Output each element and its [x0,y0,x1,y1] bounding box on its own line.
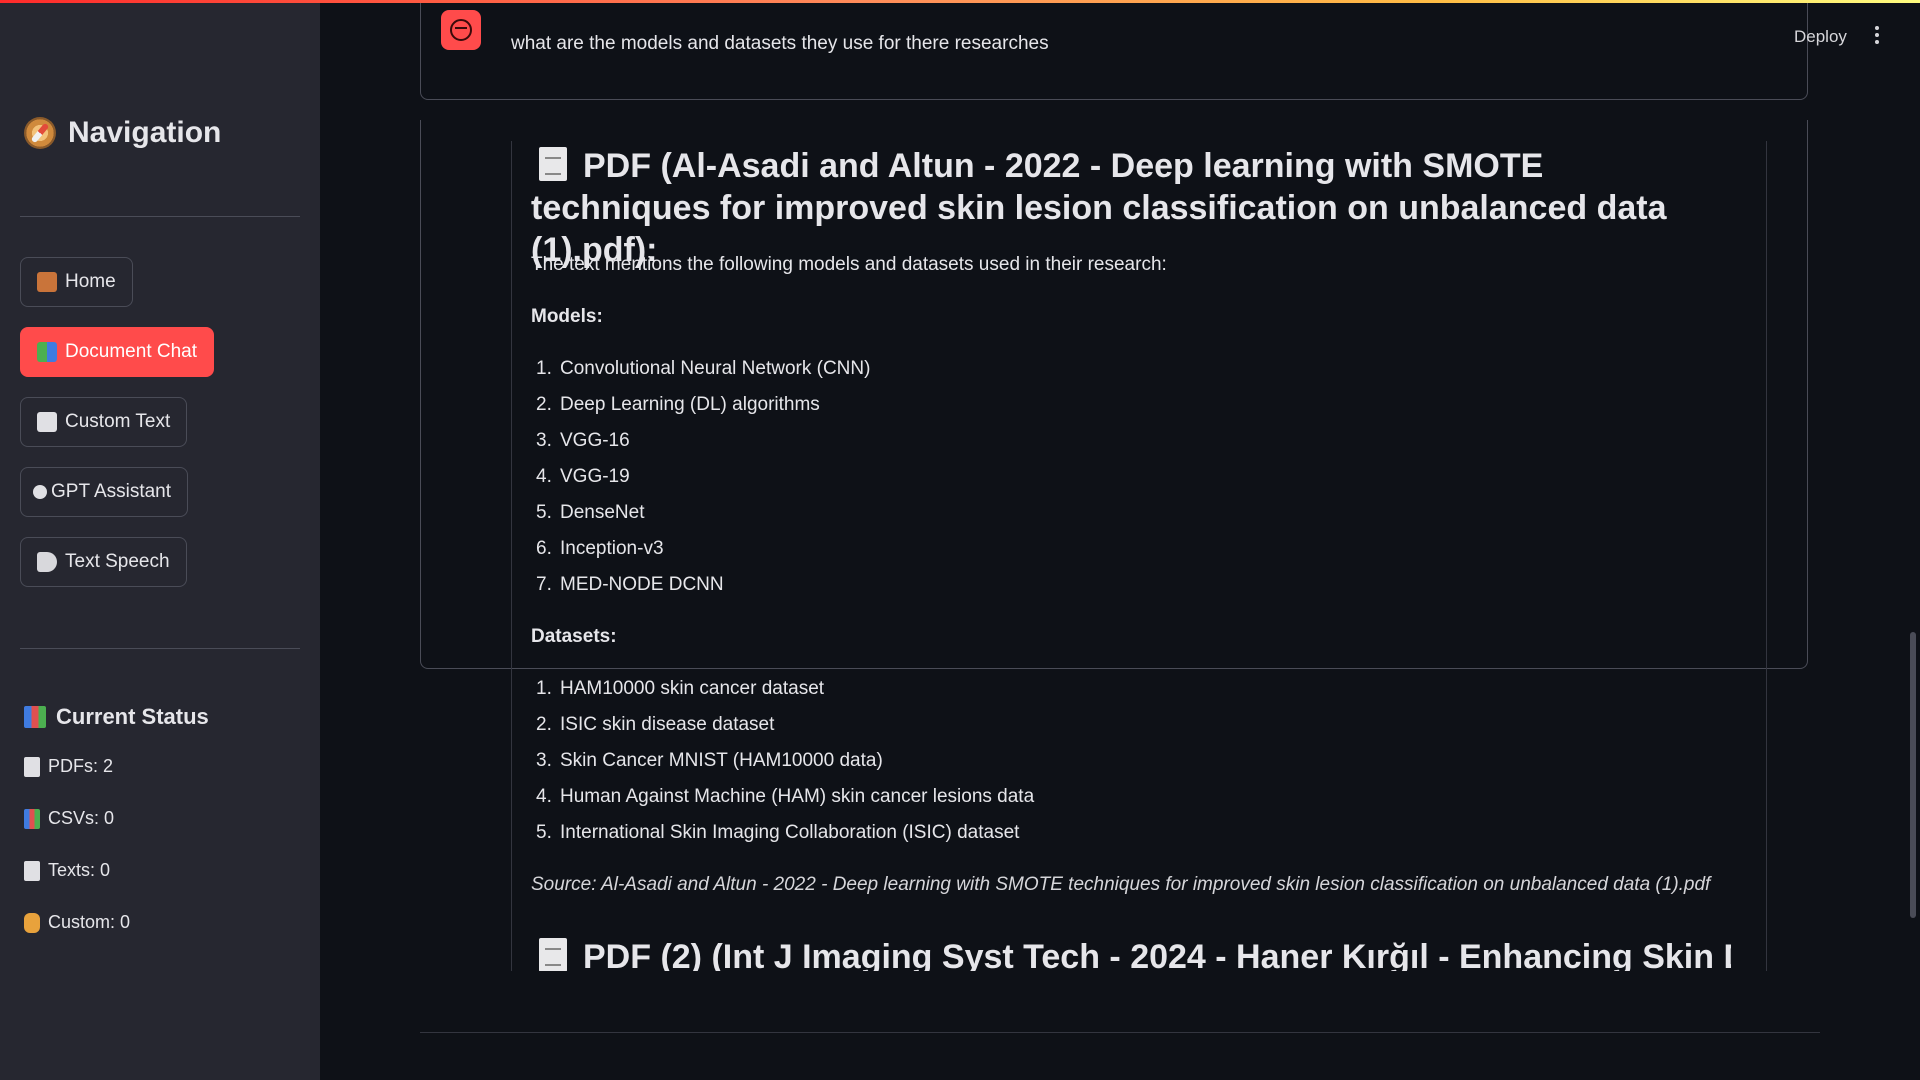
top-decoration-bar [0,0,1920,3]
models-heading: Models: [531,306,603,327]
list-item: 1. HAM10000 skin cancer dataset [536,678,825,699]
status-pdfs: PDFs: 2 [24,756,113,777]
custom-text-button[interactable]: Custom Text [20,397,188,447]
gpt-assistant-button-label: GPT Assistant [51,481,172,502]
list-item: 1. Convolutional Neural Network (CNN) [536,358,871,379]
custom-text-button-label: Custom Text [65,411,171,432]
robot-icon [33,485,47,499]
assistant-answer: PDF (Al-Asadi and Altun - 2022 - Deep le… [531,141,1731,971]
bar-chart-icon [24,808,40,829]
text-speech-button[interactable]: Text Speech [20,537,187,587]
user-avatar-icon [450,19,472,41]
list-item: 4. Human Against Machine (HAM) skin cance… [536,786,1035,807]
home-button[interactable]: Home [20,257,133,307]
sidebar-divider [20,216,300,217]
deploy-button[interactable]: Deploy [1794,27,1847,47]
user-message-text: what are the models and datasets they us… [511,33,1049,54]
status-section-title: Current Status [24,704,209,730]
page-icon [24,756,40,777]
pdf1-heading: PDF (Al-Asadi and Altun - 2022 - Deep le… [531,145,1731,271]
pdf2-heading: PDF (2) (Int J Imaging Syst Tech - 2024 … [531,936,1731,971]
document-chat-button[interactable]: Document Chat [20,327,215,377]
list-item: 4. VGG-19 [536,466,630,487]
status-texts-text: Texts: 0 [48,860,111,880]
status-texts: Texts: 0 [24,860,110,881]
home-button-label: Home [65,271,116,292]
status-custom-text: Custom: 0 [48,912,131,932]
speaker-icon [37,552,57,572]
compass-icon [24,117,56,149]
list-item: 3. Skin Cancer MNIST (HAM10000 data) [536,750,883,771]
memo-icon [37,412,57,432]
answer-intro: The text mentions the following models a… [531,254,1167,275]
sidebar: Navigation Home Document Chat Custom Tex… [0,0,320,1080]
status-custom: Custom: 0 [24,912,130,933]
sidebar-title: Navigation [24,116,221,150]
status-csvs: CSVs: 0 [24,808,114,829]
list-item: 5. International Skin Imaging Collaborati… [536,822,1020,843]
list-item: 3. VGG-16 [536,430,630,451]
page-icon [539,147,567,181]
list-item: 6. Inception-v3 [536,538,664,559]
pdf2-heading-text: PDF (2) (Int J Imaging Syst Tech - 2024 … [583,938,1731,971]
scrollbar[interactable] [1910,632,1916,918]
gpt-assistant-button[interactable]: GPT Assistant [20,467,189,517]
datasets-heading: Datasets: [531,626,617,647]
chat-divider [420,1032,1820,1033]
status-title-text: Current Status [56,704,209,729]
status-pdfs-text: PDFs: 2 [48,756,114,776]
books-icon [37,342,57,362]
list-item: 2. ISIC skin disease dataset [536,714,775,735]
sidebar-divider [20,648,300,649]
main-menu-icon[interactable] [1874,26,1880,48]
page-icon [539,938,567,971]
bar-chart-icon [24,706,46,728]
user-avatar [441,10,481,50]
list-item: 2. Deep Learning (DL) algorithms [536,394,820,415]
writing-hand-icon [24,912,40,933]
list-item: 5. DenseNet [536,502,645,523]
text-speech-button-label: Text Speech [65,551,170,572]
source-citation: Source: Al-Asadi and Altun - 2022 - Deep… [531,874,1711,895]
pdf1-heading-text: PDF (Al-Asadi and Altun - 2022 - Deep le… [531,147,1667,269]
list-item: 7. MED-NODE DCNN [536,574,724,595]
sidebar-title-text: Navigation [68,116,222,149]
document-chat-button-label: Document Chat [65,341,198,362]
house-icon [37,272,57,292]
status-csvs-text: CSVs: 0 [48,808,115,828]
memo-icon [24,860,40,881]
